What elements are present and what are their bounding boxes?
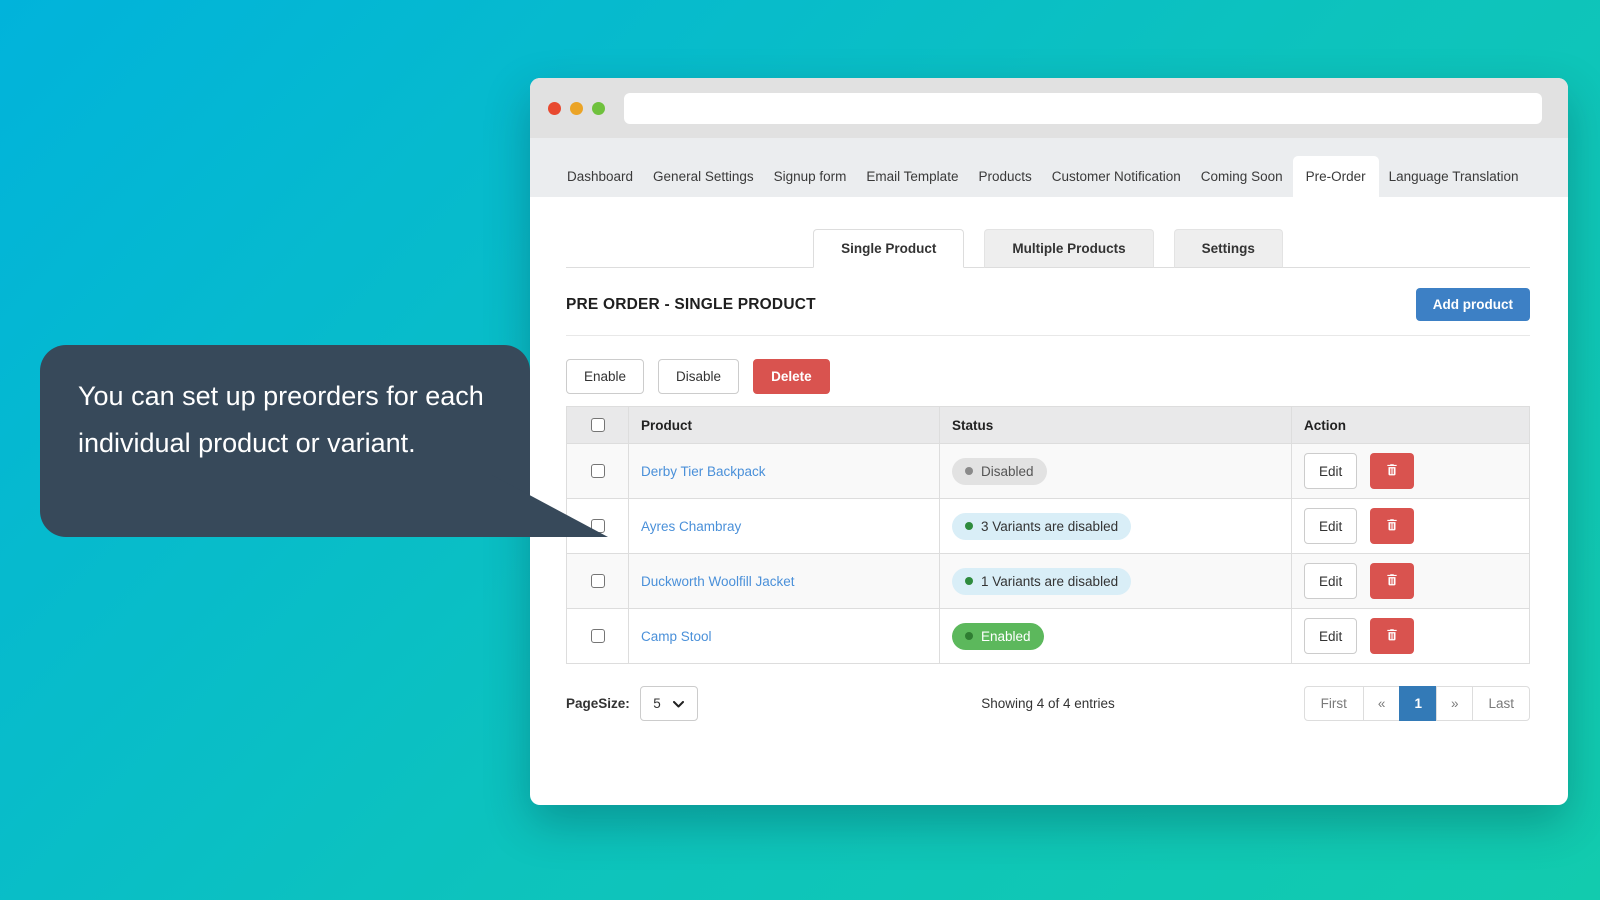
enable-button[interactable]: Enable [566, 359, 645, 394]
pagination-page-1[interactable]: 1 [1399, 685, 1437, 721]
column-header-status: Status [939, 406, 1292, 444]
status-dot-icon [965, 467, 973, 475]
edit-button[interactable]: Edit [1304, 453, 1358, 489]
edit-button[interactable]: Edit [1304, 508, 1358, 544]
delete-button[interactable]: Delete [753, 359, 830, 394]
table-row: Camp Stool Enabled Edit [566, 608, 1530, 664]
trash-icon [1385, 517, 1399, 535]
row-checkbox[interactable] [590, 574, 605, 588]
trash-icon [1385, 462, 1399, 480]
nav-tab-products[interactable]: Products [968, 156, 1041, 197]
nav-tab-customer-notification[interactable]: Customer Notification [1042, 156, 1191, 197]
trash-icon [1385, 627, 1399, 645]
bulk-actions: Enable Disable Delete [566, 359, 1530, 394]
row-checkbox[interactable] [590, 629, 605, 643]
product-link[interactable]: Duckworth Woolfill Jacket [641, 574, 795, 589]
heading-row: PRE ORDER - SINGLE PRODUCT Add product [566, 288, 1530, 321]
status-badge: Disabled [952, 457, 1047, 485]
table-row: Ayres Chambray 3 Variants are disabled E… [566, 498, 1530, 554]
status-label: 3 Variants are disabled [981, 518, 1119, 534]
address-bar[interactable] [624, 92, 1542, 124]
row-checkbox[interactable] [590, 464, 605, 478]
delete-row-button[interactable] [1370, 618, 1415, 654]
status-dot-icon [965, 632, 973, 640]
minimize-button[interactable] [570, 101, 583, 115]
nav-tab-language-translation[interactable]: Language Translation [1379, 156, 1529, 197]
tab-single-product[interactable]: Single Product [813, 229, 965, 268]
product-link[interactable]: Camp Stool [641, 629, 712, 644]
trash-icon [1385, 572, 1399, 590]
browser-chrome [530, 78, 1568, 138]
products-table: Product Status Action Derby Tier Backpac… [566, 406, 1530, 664]
tab-settings[interactable]: Settings [1173, 229, 1283, 268]
column-header-action: Action [1291, 406, 1530, 444]
close-button[interactable] [548, 101, 561, 115]
main-nav: Dashboard General Settings Signup form E… [530, 138, 1568, 197]
nav-tab-dashboard[interactable]: Dashboard [557, 156, 643, 197]
edit-button[interactable]: Edit [1304, 563, 1358, 599]
nav-tab-general-settings[interactable]: General Settings [643, 156, 764, 197]
browser-window: Dashboard General Settings Signup form E… [530, 78, 1568, 805]
edit-button[interactable]: Edit [1304, 618, 1358, 654]
delete-row-button[interactable] [1370, 563, 1415, 599]
add-product-button[interactable]: Add product [1415, 288, 1530, 321]
status-badge: 1 Variants are disabled [952, 567, 1132, 595]
delete-row-button[interactable] [1370, 508, 1415, 544]
pagination: First « 1 » Last [1303, 685, 1530, 721]
pagination-prev[interactable]: « [1362, 685, 1401, 721]
pagination-first[interactable]: First [1303, 685, 1364, 721]
heading-divider [566, 335, 1530, 336]
status-dot-icon [965, 577, 973, 585]
table-header-row: Product Status Action [566, 406, 1530, 444]
pagination-next[interactable]: » [1435, 685, 1474, 721]
content-panel: Single Product Multiple Products Setting… [530, 229, 1568, 721]
delete-row-button[interactable] [1370, 453, 1415, 489]
status-label: Disabled [981, 463, 1034, 479]
status-dot-icon [965, 522, 973, 530]
column-header-product: Product [628, 406, 940, 444]
product-link[interactable]: Derby Tier Backpack [641, 464, 766, 479]
table-row: Duckworth Woolfill Jacket 1 Variants are… [566, 553, 1530, 609]
tab-multiple-products[interactable]: Multiple Products [984, 229, 1154, 268]
nav-tab-signup-form[interactable]: Signup form [764, 156, 857, 197]
pagination-last[interactable]: Last [1472, 685, 1530, 721]
status-label: Enabled [981, 628, 1031, 644]
tooltip-bubble: You can set up preorders for each indivi… [40, 345, 608, 537]
nav-tab-coming-soon[interactable]: Coming Soon [1191, 156, 1293, 197]
traffic-lights [548, 101, 605, 115]
status-label: 1 Variants are disabled [981, 573, 1119, 589]
status-badge: Enabled [952, 622, 1044, 650]
sub-tabs: Single Product Multiple Products Setting… [566, 229, 1530, 268]
table-row: Derby Tier Backpack Disabled Edit [566, 443, 1530, 499]
maximize-button[interactable] [592, 101, 605, 115]
status-badge: 3 Variants are disabled [952, 512, 1132, 540]
table-footer: PageSize: 5 Showing 4 of 4 entries First… [566, 685, 1530, 721]
nav-tab-email-template[interactable]: Email Template [856, 156, 968, 197]
page-title: PRE ORDER - SINGLE PRODUCT [566, 295, 816, 313]
tooltip-text: You can set up preorders for each indivi… [78, 381, 484, 458]
disable-button[interactable]: Disable [658, 359, 740, 394]
nav-tab-pre-order[interactable]: Pre-Order [1292, 156, 1379, 197]
select-all-checkbox[interactable] [590, 418, 605, 432]
product-link[interactable]: Ayres Chambray [641, 519, 741, 534]
